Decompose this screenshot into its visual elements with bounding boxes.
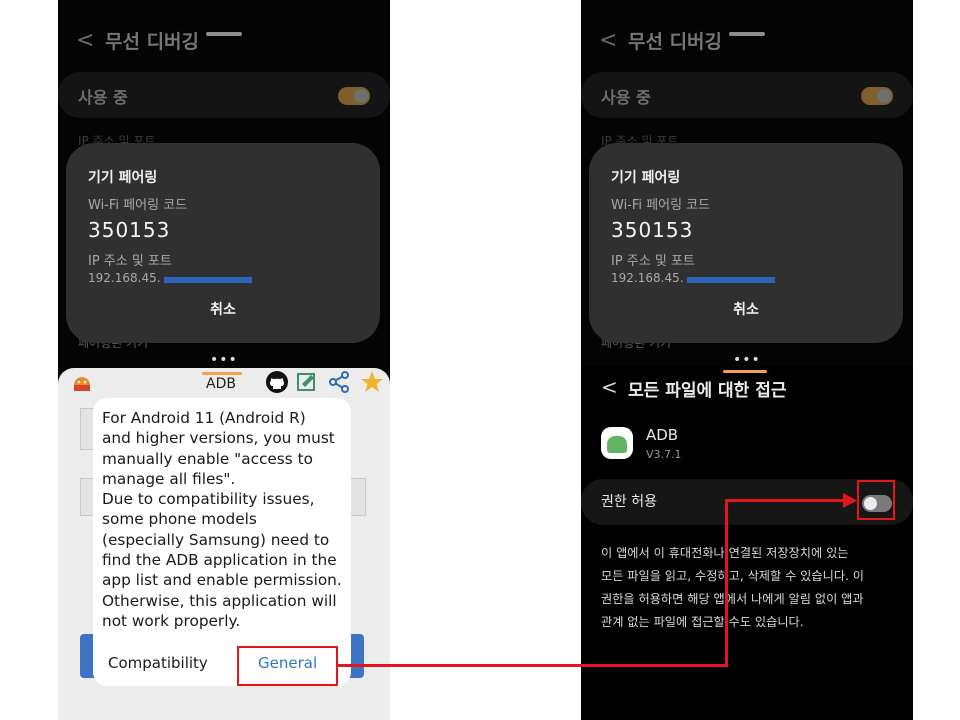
in-use-label: 사용 중 [601,88,651,107]
cancel-button[interactable]: 취소 [66,299,380,319]
cancel-button[interactable]: 취소 [589,299,903,319]
pairing-dialog-title: 기기 페어링 [88,170,158,186]
pairing-code-label: Wi-Fi 페어링 코드 [611,198,711,213]
ip-redaction-bar [687,277,775,283]
github-icon[interactable] [265,370,289,394]
pairing-dialog-title: 기기 페어링 [611,170,681,186]
top-indicator [206,32,242,36]
connector-line [338,664,727,667]
sheet-handle[interactable]: ••• [733,353,761,367]
pairing-dialog: 기기 페어링 Wi-Fi 페어링 코드 350153 IP 주소 및 포트 19… [589,143,903,343]
in-use-row[interactable]: 사용 중 [58,72,390,118]
tab-adb[interactable]: ADB [206,376,236,392]
ip-redaction-bar [164,277,252,283]
share-icon[interactable] [328,371,350,393]
general-button-highlight [237,646,338,686]
edit-icon[interactable] [296,371,318,393]
pairing-code-label: Wi-Fi 페어링 코드 [88,198,188,213]
connector-line [725,499,728,667]
settings-header: < 무선 디버깅 [581,22,913,62]
compatibility-button[interactable]: Compatibility [108,654,208,672]
app-name: ADB [646,426,679,444]
allow-permission-label: 권한 허용 [601,494,657,510]
obscured-field [350,478,366,516]
page-title: 무선 디버깅 [628,31,723,53]
ip-port-label: IP 주소 및 포트 [88,254,172,269]
pairing-code: 350153 [88,218,171,242]
in-use-toggle[interactable] [338,87,370,105]
top-indicator [729,32,765,36]
ip-port-label: IP 주소 및 포트 [611,254,695,269]
pairing-dialog: 기기 페어링 Wi-Fi 페어링 코드 350153 IP 주소 및 포트 19… [66,143,380,343]
pairing-code: 350153 [611,218,694,242]
left-phone-screen: < 무선 디버깅 사용 중 IP 주소 및 포트 페어링된 기기 기기 페어링 … [58,0,390,720]
right-phone-screen: < 무선 디버깅 사용 중 IP 주소 및 포트 페어링된 기기 기기 페어링 … [581,0,913,720]
sheet-handle[interactable]: ••• [210,353,238,367]
back-arrow-icon[interactable]: < [76,30,94,52]
back-arrow-icon[interactable]: < [601,375,618,399]
app-version: V3.7.1 [646,448,682,461]
connector-line [725,499,845,502]
back-arrow-icon[interactable]: < [599,30,617,52]
in-use-toggle[interactable] [861,87,893,105]
permission-page-title: 모든 파일에 대한 접근 [628,381,787,401]
toggle-highlight [857,480,895,520]
in-use-row[interactable]: 사용 중 [581,72,913,118]
star-icon[interactable] [360,370,384,394]
toggle-thumb [354,89,368,103]
compatibility-message-dialog: For Android 11 (Android R) and higher ve… [93,398,351,686]
toggle-thumb [877,89,891,103]
ip-address-value: 192.168.45. [88,271,161,285]
permission-description: 이 앱에서 이 휴대전화나 연결된 저장장치에 있는 모든 파일을 읽고, 수정… [601,546,864,629]
ip-address-value: 192.168.45. [611,271,684,285]
dialog-message: For Android 11 (Android R) and higher ve… [102,409,342,630]
tab-indicator [202,372,242,375]
arrow-head-icon [843,493,857,508]
android-icon[interactable] [70,370,94,394]
in-use-label: 사용 중 [78,88,128,107]
adb-app-icon [601,427,633,459]
tab-indicator [723,370,767,373]
settings-header: < 무선 디버깅 [58,22,390,62]
page-title: 무선 디버깅 [105,31,200,53]
